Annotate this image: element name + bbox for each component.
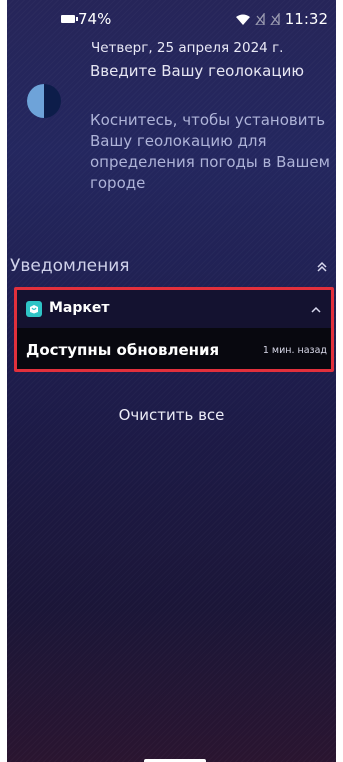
chevron-up-icon[interactable] <box>309 302 323 316</box>
clear-all-button[interactable]: Очистить все <box>7 406 336 424</box>
sim-no-signal-icon <box>269 13 280 25</box>
notifications-header: Уведомления <box>10 256 130 276</box>
sim-no-signal-icon <box>254 13 265 25</box>
notification-title: Доступны обновления <box>26 341 220 359</box>
battery-indicator: 74% <box>61 10 111 28</box>
notification-time: 1 мин. назад <box>262 345 327 356</box>
weather-half-moon-icon[interactable] <box>27 84 61 118</box>
lockscreen-date: Четверг, 25 апреля 2024 г. <box>91 40 284 56</box>
battery-percent: 74% <box>78 10 112 28</box>
market-app-icon <box>26 301 42 317</box>
double-chevron-up-icon[interactable] <box>314 258 330 276</box>
status-bar: 74% 11:32 <box>7 0 336 34</box>
geolocation-description[interactable]: Коснитесь, чтобы установить Вашу геолока… <box>90 110 336 194</box>
geolocation-title[interactable]: Введите Вашу геолокацию <box>90 62 304 80</box>
clock: 11:32 <box>284 10 328 28</box>
status-right-group: 11:32 <box>235 10 328 28</box>
lock-screen: 74% 11:32 Четверг, 25 апреля 2024 г. Вве… <box>7 0 336 762</box>
notification-app-name: Маркет <box>49 300 110 316</box>
battery-icon <box>61 15 78 23</box>
notification-header-row[interactable]: Маркет <box>17 290 331 328</box>
notification-card-market[interactable]: Маркет Доступны обновления 1 мин. назад <box>14 287 334 372</box>
notification-body-row[interactable]: Доступны обновления 1 мин. назад <box>17 328 331 369</box>
wifi-icon <box>235 14 250 25</box>
